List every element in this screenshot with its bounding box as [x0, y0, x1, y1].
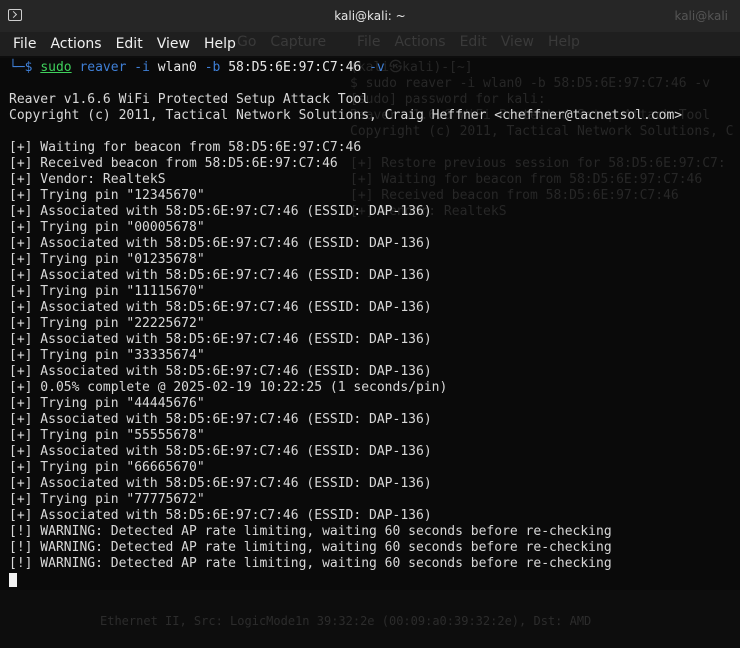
- output-line: [+] Trying pin "01235678": [9, 252, 205, 267]
- output-line: [!] WARNING: Detected AP rate limiting, …: [9, 524, 612, 539]
- output-line: [+] Associated with 58:D5:6E:97:C7:46 (E…: [9, 268, 432, 283]
- prompt-corner: └─: [9, 60, 25, 75]
- output-line: [+] Associated with 58:D5:6E:97:C7:46 (E…: [9, 412, 432, 427]
- output-line: [+] Associated with 58:D5:6E:97:C7:46 (E…: [9, 332, 432, 347]
- ghost-line: $ sudo reaver -i wlan0 -b 58:D5:6E:97:C7…: [350, 76, 711, 91]
- background-menu-left: Go Capture: [237, 34, 326, 50]
- ghost-menu-go: Go: [237, 34, 257, 50]
- prompt-symbol: $: [24, 60, 33, 75]
- output-line: [+] Trying pin "00005678": [9, 220, 205, 235]
- output-line: [+] Trying pin "44445676": [9, 396, 205, 411]
- command-iface: wlan0: [157, 60, 197, 75]
- output-line: [+] Waiting for beacon from 58:D5:6E:97:…: [9, 140, 362, 155]
- menu-edit[interactable]: Edit: [109, 36, 150, 52]
- output-line: [+] Trying pin "55555678": [9, 428, 205, 443]
- text-cursor: [9, 573, 17, 587]
- output-line: Copyright (c) 2011, Tactical Network Sol…: [9, 108, 683, 123]
- output-line: [+] Associated with 58:D5:6E:97:C7:46 (E…: [9, 444, 432, 459]
- command-flag-b: -b: [204, 60, 221, 75]
- background-packet-detail: Ethernet II, Src: LogicMode1n 39:32:2e (…: [100, 614, 592, 628]
- output-line: [+] Trying pin "66665670": [9, 460, 205, 475]
- window-titlebar: kali@kali: ~ kali@kali: [0, 0, 740, 32]
- command-sudo: sudo: [40, 60, 72, 75]
- ghost-menu-capture: Capture: [270, 34, 327, 50]
- output-line: [+] Associated with 58:D5:6E:97:C7:46 (E…: [9, 476, 432, 491]
- output-line: [+] Trying pin "77775672": [9, 492, 205, 507]
- output-line: [+] Trying pin "11115670": [9, 284, 205, 299]
- window-title: kali@kali: ~: [334, 9, 406, 23]
- background-menu-right: File Actions Edit View Help: [357, 34, 580, 50]
- output-line: [+] Received beacon from 58:D5:6E:97:C7:…: [9, 156, 338, 171]
- ghost-menu-help: Help: [547, 34, 580, 50]
- output-line: [+] Associated with 58:D5:6E:97:C7:46 (E…: [9, 236, 432, 251]
- command-bssid: 58:D5:6E:97:C7:46: [228, 60, 362, 75]
- command-program: reaver: [79, 60, 127, 75]
- output-line: [+] Trying pin "22225672": [9, 316, 205, 331]
- ghost-line: [+] Restore previous session for 58:D5:6…: [350, 156, 726, 171]
- output-line: [+] Associated with 58:D5:6E:97:C7:46 (E…: [9, 508, 432, 523]
- output-line: [+] 0.05% complete @ 2025-02-19 10:22:25…: [9, 380, 448, 395]
- output-line: [+] Associated with 58:D5:6E:97:C7:46 (E…: [9, 204, 432, 219]
- ghost-line: [+] Received beacon from 58:D5:6E:97:C7:…: [350, 188, 679, 203]
- command-line: └─$ sudo reaver -i wlan0 -b 58:D5:6E:97:…: [9, 60, 385, 76]
- background-window-title: kali@kali: [674, 9, 728, 23]
- menu-help[interactable]: Help: [197, 36, 243, 52]
- menu-actions[interactable]: Actions: [43, 36, 108, 52]
- command-flag-v: -v: [369, 60, 385, 75]
- output-line: [+] Trying pin "12345670": [9, 188, 205, 203]
- terminal-output-area[interactable]: (kali㉿kali)-[~] $ sudo reaver -i wlan0 -b…: [0, 58, 740, 628]
- output-line: [+] Associated with 58:D5:6E:97:C7:46 (E…: [9, 300, 432, 315]
- menu-view[interactable]: View: [150, 36, 197, 52]
- menu-file[interactable]: File: [0, 36, 43, 52]
- ghost-line: [+] Waiting for beacon from 58:D5:6E:97:…: [350, 172, 703, 187]
- output-line: [!] WARNING: Detected AP rate limiting, …: [9, 556, 612, 571]
- ghost-line: Copyright (c) 2011, Tactical Network Sol…: [350, 124, 734, 139]
- ghost-line: [sudo] password for kali:: [350, 92, 546, 107]
- output-line: [+] Associated with 58:D5:6E:97:C7:46 (E…: [9, 364, 432, 379]
- terminal-app-icon[interactable]: [8, 9, 22, 21]
- command-flag-i: -i: [134, 60, 150, 75]
- output-line: [!] WARNING: Detected AP rate limiting, …: [9, 540, 612, 555]
- ghost-menu-actions: Actions: [394, 34, 446, 50]
- ghost-menu-file: File: [357, 34, 381, 50]
- ghost-menu-view: View: [500, 34, 534, 50]
- output-line: [+] Trying pin "33335674": [9, 348, 205, 363]
- ghost-menu-edit: Edit: [459, 34, 487, 50]
- output-line: Reaver v1.6.6 WiFi Protected Setup Attac…: [9, 92, 370, 107]
- output-line: [+] Vendor: RealtekS: [9, 172, 166, 187]
